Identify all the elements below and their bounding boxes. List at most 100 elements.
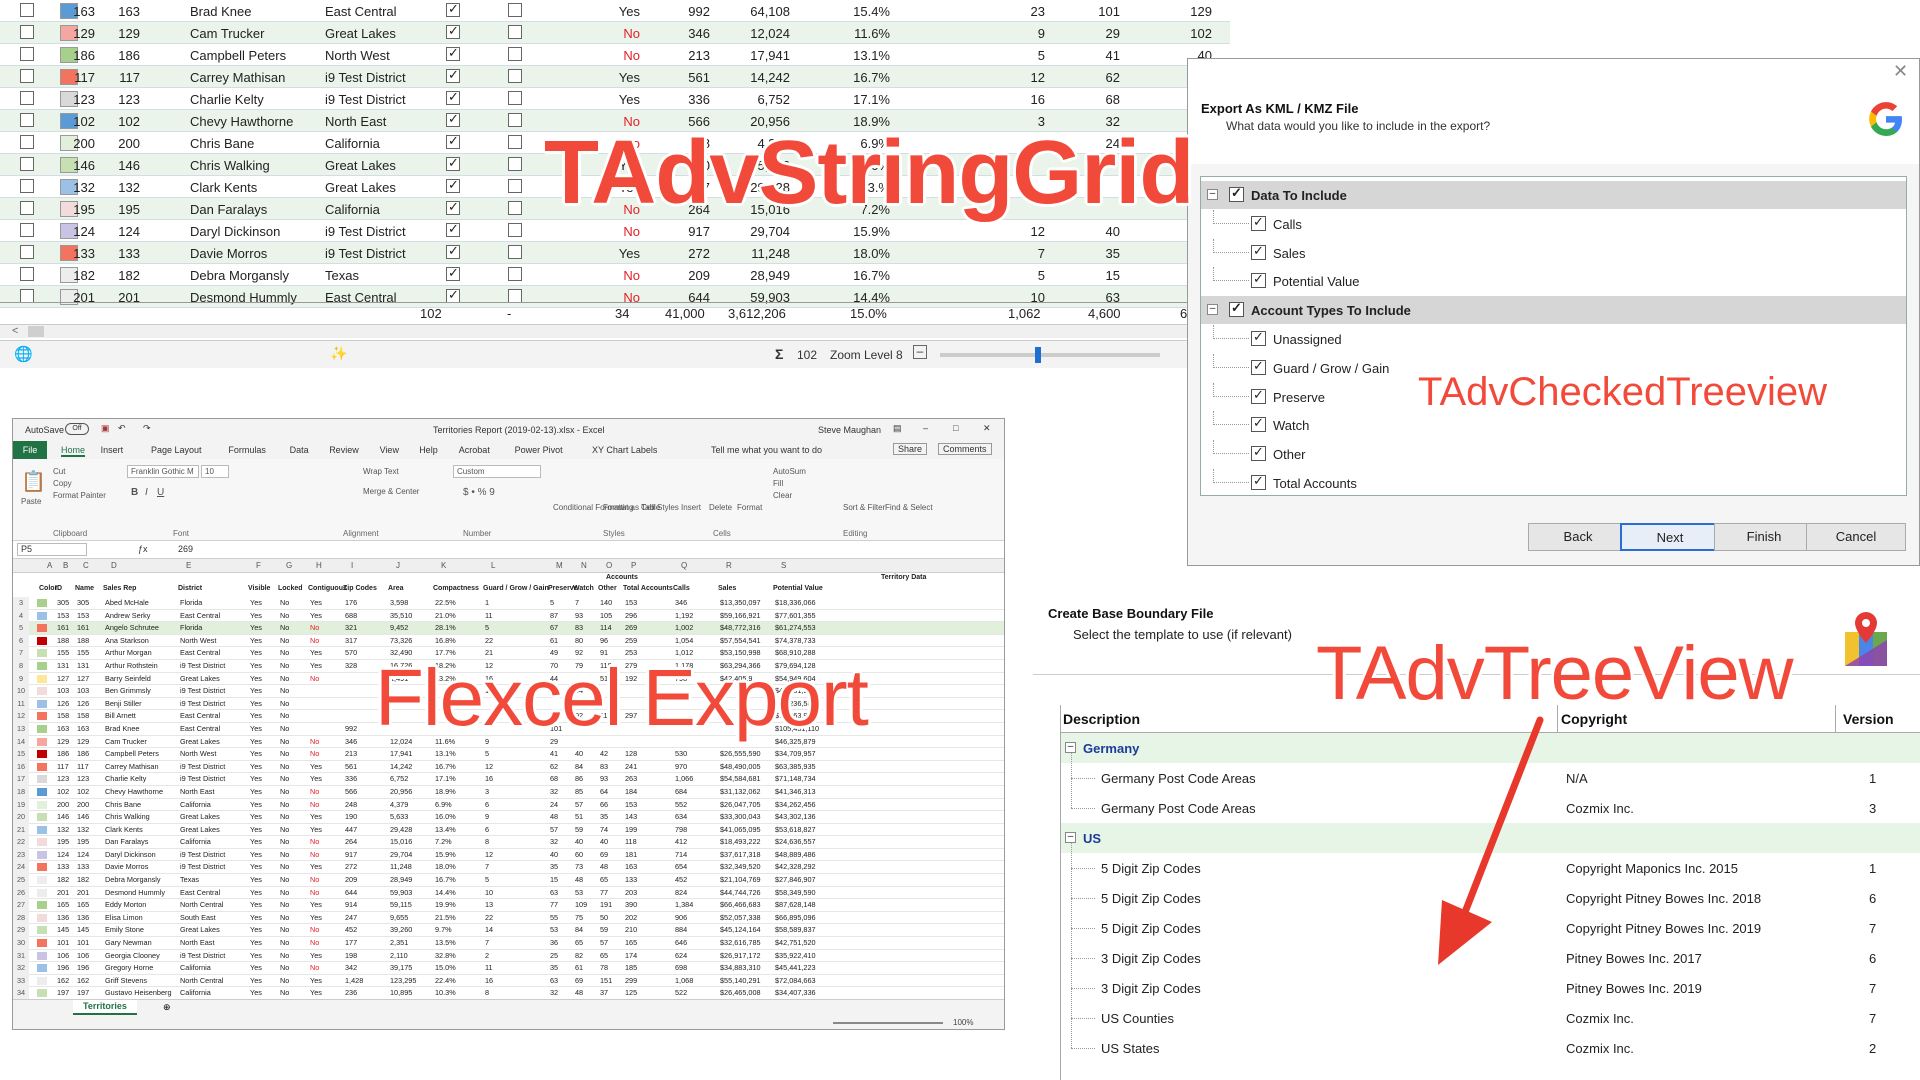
sheet-cell[interactable]: 202 xyxy=(625,913,637,922)
sheet-cell[interactable]: 22 xyxy=(485,913,493,922)
sheet-cell[interactable]: Yes xyxy=(250,800,262,809)
tree-item[interactable]: Unassigned xyxy=(1201,325,1906,353)
sheet-cell[interactable]: 16.7% xyxy=(435,875,456,884)
sheet-cell[interactable]: 654 xyxy=(675,862,687,871)
sheet-cell[interactable]: 106 xyxy=(57,951,69,960)
sheet-cell[interactable]: No xyxy=(280,963,289,972)
sheet-cell[interactable]: 5 xyxy=(485,623,489,632)
sheet-cell[interactable]: 57 xyxy=(600,938,608,947)
sheet-cell[interactable]: 5 xyxy=(485,749,489,758)
row-select-checkbox[interactable] xyxy=(20,289,34,303)
sheet-cell[interactable]: 32.8% xyxy=(435,951,456,960)
sheet-cell[interactable]: 101 xyxy=(77,938,89,947)
column-description[interactable]: Description xyxy=(1063,711,1140,727)
sheet-cell[interactable]: Gary Newman xyxy=(105,938,152,947)
sheet-cell[interactable]: i9 Test District xyxy=(180,762,225,771)
sheet-cell[interactable]: Yes xyxy=(250,774,262,783)
zoom-out-button[interactable]: – xyxy=(913,345,927,359)
sheet-cell[interactable]: Yes xyxy=(250,913,262,922)
sheet-cell[interactable]: Ben Grimmsly xyxy=(105,686,151,695)
column-letter[interactable]: I xyxy=(351,561,353,570)
row-select-checkbox[interactable] xyxy=(20,91,34,105)
locked-checkbox[interactable] xyxy=(508,91,522,105)
sheet-cell[interactable]: 162 xyxy=(77,976,89,985)
item-checkbox[interactable] xyxy=(1251,271,1266,289)
sheet-cell[interactable]: 163 xyxy=(57,724,69,733)
sheet-cell[interactable]: 1,192 xyxy=(675,611,693,620)
sort-filter-button[interactable]: Sort & Filter xyxy=(843,503,885,512)
sheet-cell[interactable]: 272 xyxy=(345,862,357,871)
zoom-slider-thumb[interactable] xyxy=(1035,347,1041,363)
sheet-cell[interactable]: California xyxy=(180,963,211,972)
row-select-checkbox[interactable] xyxy=(20,47,34,61)
sheet-cell[interactable]: Campbell Peters xyxy=(105,749,159,758)
sheet-cell[interactable]: i9 Test District xyxy=(180,774,225,783)
sheet-cell[interactable]: Chevy Hawthorne xyxy=(105,787,163,796)
sheet-cell[interactable]: $21,104,769 xyxy=(720,875,761,884)
sheet-cell[interactable]: 11,248 xyxy=(390,862,412,871)
undo-icon[interactable]: ↶ xyxy=(118,423,126,434)
column-letter[interactable]: L xyxy=(491,561,495,570)
sheet-cell[interactable]: 13.1% xyxy=(435,749,456,758)
tab-data[interactable]: Data xyxy=(290,445,309,455)
column-letter[interactable]: P xyxy=(631,561,636,570)
sheet-cell[interactable]: Yes xyxy=(250,963,262,972)
sheet-cell[interactable]: $42,328,292 xyxy=(775,862,816,871)
sheet-cell[interactable]: Abed McHale xyxy=(105,598,149,607)
item-checkbox[interactable] xyxy=(1251,358,1266,375)
sheet-cell[interactable]: 96 xyxy=(600,636,608,645)
sheet-cell[interactable]: 884 xyxy=(675,925,687,934)
sheet-cell[interactable]: 102 xyxy=(57,787,69,796)
sheet-cell[interactable]: 55 xyxy=(550,913,558,922)
tree-group[interactable]: – Data To Include xyxy=(1201,181,1906,209)
sheet-cell[interactable]: Great Lakes xyxy=(180,812,220,821)
sheet-cell[interactable]: 824 xyxy=(675,888,687,897)
sheet-cell[interactable]: Yes xyxy=(250,724,262,733)
sheet-row[interactable]: 31 106 106 Georgia Clooney i9 Test District Y… xyxy=(13,949,1004,963)
sheet-cell[interactable]: 16 xyxy=(485,774,493,783)
sheet-cell[interactable]: Yes xyxy=(250,925,262,934)
sheet-cell[interactable]: Yes xyxy=(250,674,262,683)
sheet-cell[interactable]: 124 xyxy=(77,850,89,859)
sheet-cell[interactable]: No xyxy=(280,724,289,733)
sheet-cell[interactable]: 25 xyxy=(550,951,558,960)
sheet-cell[interactable]: 346 xyxy=(345,737,357,746)
sheet-cell[interactable]: 336 xyxy=(345,774,357,783)
sheet-cell[interactable]: Desmond Hummly xyxy=(105,888,165,897)
sheet-cell[interactable]: California xyxy=(180,800,211,809)
sheet-cell[interactable]: Debra Morgansly xyxy=(105,875,161,884)
sheet-cell[interactable]: 48 xyxy=(575,988,583,997)
locked-checkbox[interactable] xyxy=(508,201,522,215)
sheet-cell[interactable]: No xyxy=(280,825,289,834)
sheet-cell[interactable]: 93 xyxy=(600,774,608,783)
sheet-cell[interactable]: 177 xyxy=(345,938,357,947)
sheet-cell[interactable]: Florida xyxy=(180,598,202,607)
sheet-cell[interactable]: 714 xyxy=(675,850,687,859)
sheet-cell[interactable]: 62 xyxy=(550,762,558,771)
sheet-cell[interactable]: 59,903 xyxy=(390,888,412,897)
font-size-select[interactable]: 10 xyxy=(201,465,229,478)
sheet-cell[interactable]: $58,589,837 xyxy=(775,925,816,934)
sheet-row[interactable]: 5 161 161 Angelo Schrutee Florida Yes No No 321 9… xyxy=(13,622,1004,635)
maximize-icon[interactable]: □ xyxy=(953,423,958,433)
sheet-cell[interactable]: $26,465,008 xyxy=(720,988,761,997)
bold-button[interactable]: B xyxy=(131,487,138,498)
sheet-cell[interactable]: 174 xyxy=(625,951,637,960)
currency-button[interactable]: $ • % 9 xyxy=(463,487,495,498)
collapse-icon[interactable]: – xyxy=(1207,189,1218,200)
sheet-cell[interactable]: Yes xyxy=(250,623,262,632)
sheet-cell[interactable]: Yes xyxy=(250,938,262,947)
sheet-cell[interactable]: 186 xyxy=(57,749,69,758)
sheet-cell[interactable]: North East xyxy=(180,787,214,796)
sheet-cell[interactable]: Brad Knee xyxy=(105,724,139,733)
sheet-cell[interactable]: i9 Test District xyxy=(180,686,225,695)
sheet-cell[interactable]: 48 xyxy=(550,812,558,821)
sheet-cell[interactable]: No xyxy=(280,686,289,695)
row-number[interactable]: 31 xyxy=(13,949,29,963)
sheet-cell[interactable]: 109 xyxy=(575,900,587,909)
sheet-cell[interactable]: Benji Stiller xyxy=(105,699,142,708)
sheet-cell[interactable]: 123,295 xyxy=(390,976,416,985)
sheet-cell[interactable]: 145 xyxy=(77,925,89,934)
delete-cells-button[interactable]: Delete xyxy=(709,503,732,512)
sheet-cell[interactable]: Texas xyxy=(180,875,199,884)
